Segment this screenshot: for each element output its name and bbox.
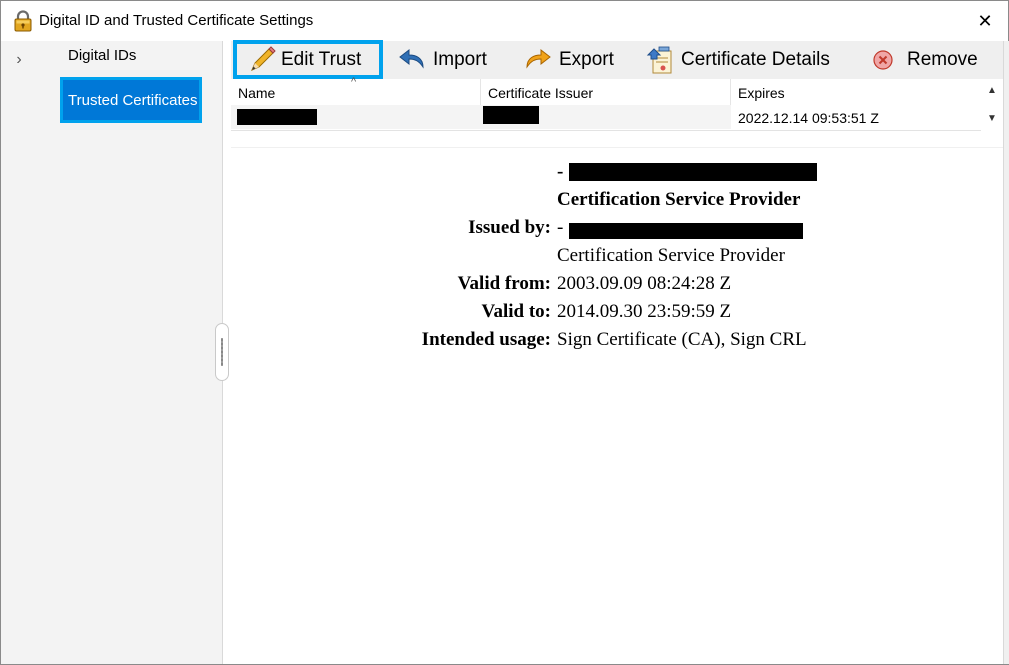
valid-from-label: Valid from: bbox=[457, 273, 551, 294]
certificate-icon bbox=[646, 46, 672, 74]
remove-label: Remove bbox=[907, 49, 978, 70]
cell-name bbox=[231, 105, 481, 129]
settings-window: Digital ID and Trusted Certificate Setti… bbox=[0, 0, 1009, 665]
redacted-block bbox=[569, 223, 803, 239]
column-header-name[interactable]: Name ^ bbox=[231, 76, 481, 105]
valid-from-row: Valid from: 2003.09.09 08:24:28 Z bbox=[231, 273, 1003, 301]
certificates-table: Name ^ Certificate Issuer Expires 2022.1… bbox=[231, 76, 1003, 131]
scroll-up-icon[interactable]: ▲ bbox=[985, 83, 999, 97]
issued-by-value: - bbox=[557, 217, 803, 239]
issued-by-label: Issued by: bbox=[468, 217, 551, 238]
redacted-block bbox=[569, 163, 817, 181]
sidebar-item-digital-ids[interactable]: Digital IDs bbox=[68, 47, 136, 64]
sidebar-item-label: Trusted Certificates bbox=[63, 80, 199, 120]
issued-by-row: Issued by: - bbox=[231, 217, 1003, 245]
certificate-details-pane: - Certification Service Provider Issued … bbox=[231, 147, 1003, 664]
redacted-block bbox=[483, 106, 539, 124]
column-header-issuer[interactable]: Certificate Issuer bbox=[481, 79, 731, 105]
right-edge bbox=[1003, 41, 1009, 664]
valid-to-row: Valid to: 2014.09.30 23:59:59 Z bbox=[231, 301, 1003, 329]
expand-chevron-icon[interactable]: › bbox=[11, 51, 27, 69]
pencil-icon bbox=[251, 45, 276, 71]
navigation-pane: › Digital IDs Trusted Certificates bbox=[1, 41, 223, 664]
close-icon: ✕ bbox=[977, 10, 993, 31]
sidebar-item-trusted-certificates[interactable]: Trusted Certificates bbox=[60, 77, 202, 123]
toolbar: Edit Trust Import Export Certificate Det… bbox=[231, 40, 1003, 79]
sort-ascending-icon: ^ bbox=[351, 76, 357, 88]
grip-icon bbox=[221, 338, 223, 366]
table-scrollbar[interactable]: ▲ ▼ bbox=[981, 79, 1003, 131]
cell-expires: 2022.12.14 09:53:51 Z bbox=[738, 110, 879, 126]
import-label: Import bbox=[433, 49, 487, 70]
table-row[interactable]: 2022.12.14 09:53:51 Z bbox=[231, 105, 981, 129]
certificate-details-button[interactable]: Certificate Details bbox=[645, 41, 830, 79]
intended-usage-row: Intended usage: Sign Certificate (CA), S… bbox=[231, 329, 1003, 357]
window-title: Digital ID and Trusted Certificate Setti… bbox=[39, 12, 314, 29]
edit-trust-label: Edit Trust bbox=[281, 48, 362, 70]
cell-issuer bbox=[481, 105, 731, 129]
remove-icon bbox=[873, 50, 893, 70]
valid-to-value: 2014.09.30 23:59:59 Z bbox=[557, 301, 732, 322]
subject-value: - bbox=[557, 161, 817, 183]
column-header-expires[interactable]: Expires bbox=[731, 79, 981, 105]
export-arrow-icon bbox=[526, 48, 551, 69]
redacted-block bbox=[237, 109, 317, 125]
padlock-icon bbox=[14, 10, 32, 32]
valid-from-value: 2003.09.09 08:24:28 Z bbox=[557, 273, 732, 294]
certificate-details-label: Certificate Details bbox=[681, 49, 830, 70]
remove-button[interactable]: Remove bbox=[871, 41, 978, 79]
subject-provider-row: Certification Service Provider bbox=[231, 189, 1003, 217]
subject-provider: Certification Service Provider bbox=[557, 189, 801, 210]
title-bar: Digital ID and Trusted Certificate Setti… bbox=[1, 1, 1008, 41]
intended-usage-label: Intended usage: bbox=[421, 329, 551, 350]
issuer-provider: Certification Service Provider bbox=[557, 245, 785, 266]
import-arrow-icon bbox=[399, 48, 424, 69]
import-button[interactable]: Import bbox=[397, 41, 487, 79]
valid-to-label: Valid to: bbox=[481, 301, 551, 322]
intended-usage-value: Sign Certificate (CA), Sign CRL bbox=[557, 329, 807, 350]
table-header: Name ^ Certificate Issuer Expires bbox=[231, 76, 981, 105]
edit-trust-button[interactable]: Edit Trust bbox=[233, 40, 383, 79]
export-label: Export bbox=[559, 49, 614, 70]
export-button[interactable]: Export bbox=[523, 41, 614, 79]
pane-splitter-handle[interactable] bbox=[215, 323, 229, 381]
close-button[interactable]: ✕ bbox=[962, 1, 1008, 41]
issuer-provider-row: Certification Service Provider bbox=[231, 245, 1003, 273]
scroll-down-icon[interactable]: ▼ bbox=[985, 111, 999, 125]
subject-row: - bbox=[231, 161, 1003, 189]
